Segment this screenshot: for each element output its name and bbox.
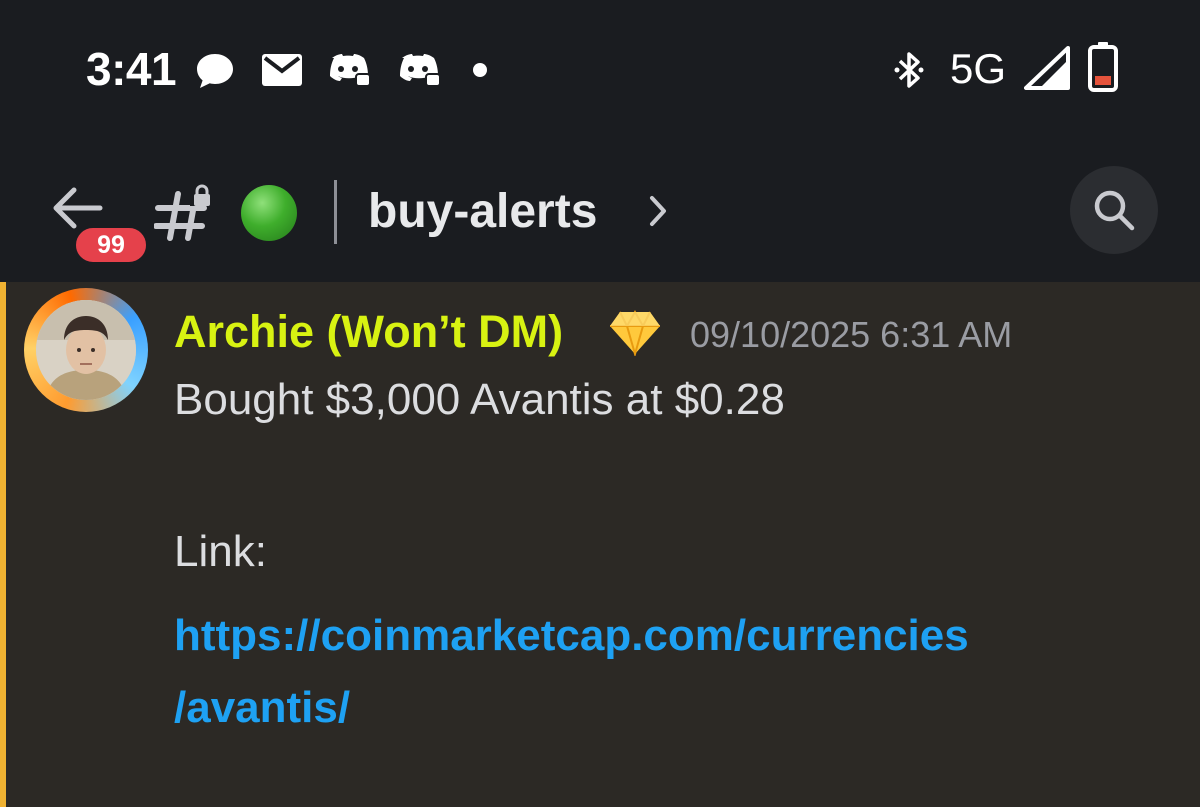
battery-icon <box>1088 42 1118 92</box>
link-line-2: /avantis/ <box>174 683 351 732</box>
message-text: Bought $3,000 Avantis at $0.28 <box>174 375 785 424</box>
status-time: 3:41 <box>86 43 177 95</box>
search-button[interactable] <box>1070 166 1158 254</box>
unread-badge: 99 <box>72 224 150 266</box>
header-divider <box>334 180 337 244</box>
avatar-portrait <box>36 300 136 400</box>
chevron-right-icon[interactable] <box>648 194 668 228</box>
message-timestamp: 09/10/2025 6:31 AM <box>690 314 1013 355</box>
channel-header: 99 buy-alerts <box>0 140 1200 282</box>
channel-name[interactable]: buy-alerts <box>368 184 597 240</box>
locked-channel-icon <box>154 184 212 241</box>
author-name[interactable]: Archie (Won’t DM) <box>174 304 563 360</box>
mention-highlight-bar <box>0 282 6 807</box>
mail-icon <box>262 54 302 86</box>
status-bar: 3:41 5G <box>0 0 1200 140</box>
avatar <box>36 300 136 400</box>
message-link[interactable]: https://coinmarketcap.com/currencies /av… <box>174 600 1174 744</box>
author-avatar[interactable] <box>24 288 148 412</box>
search-icon <box>1094 190 1135 231</box>
notification-dot-icon <box>473 63 487 77</box>
link-label: Link: <box>174 527 267 576</box>
link-line-1: https://coinmarketcap.com/currencies <box>174 611 969 660</box>
network-type: 5G <box>950 45 1007 92</box>
bluetooth-icon <box>894 52 924 88</box>
discord-icon <box>400 54 440 87</box>
signal-icon <box>1024 46 1070 90</box>
green-circle-icon <box>241 185 297 241</box>
chat-bubble-icon <box>197 54 233 88</box>
message-list[interactable]: Archie (Won’t DM) 09/10/2025 6:31 AM Bou… <box>0 282 1200 807</box>
discord-screen: 3:41 5G 99 buy-alerts Archie (Won’t DM) … <box>0 0 1200 807</box>
gem-icon <box>610 310 660 356</box>
discord-icon <box>330 54 370 87</box>
